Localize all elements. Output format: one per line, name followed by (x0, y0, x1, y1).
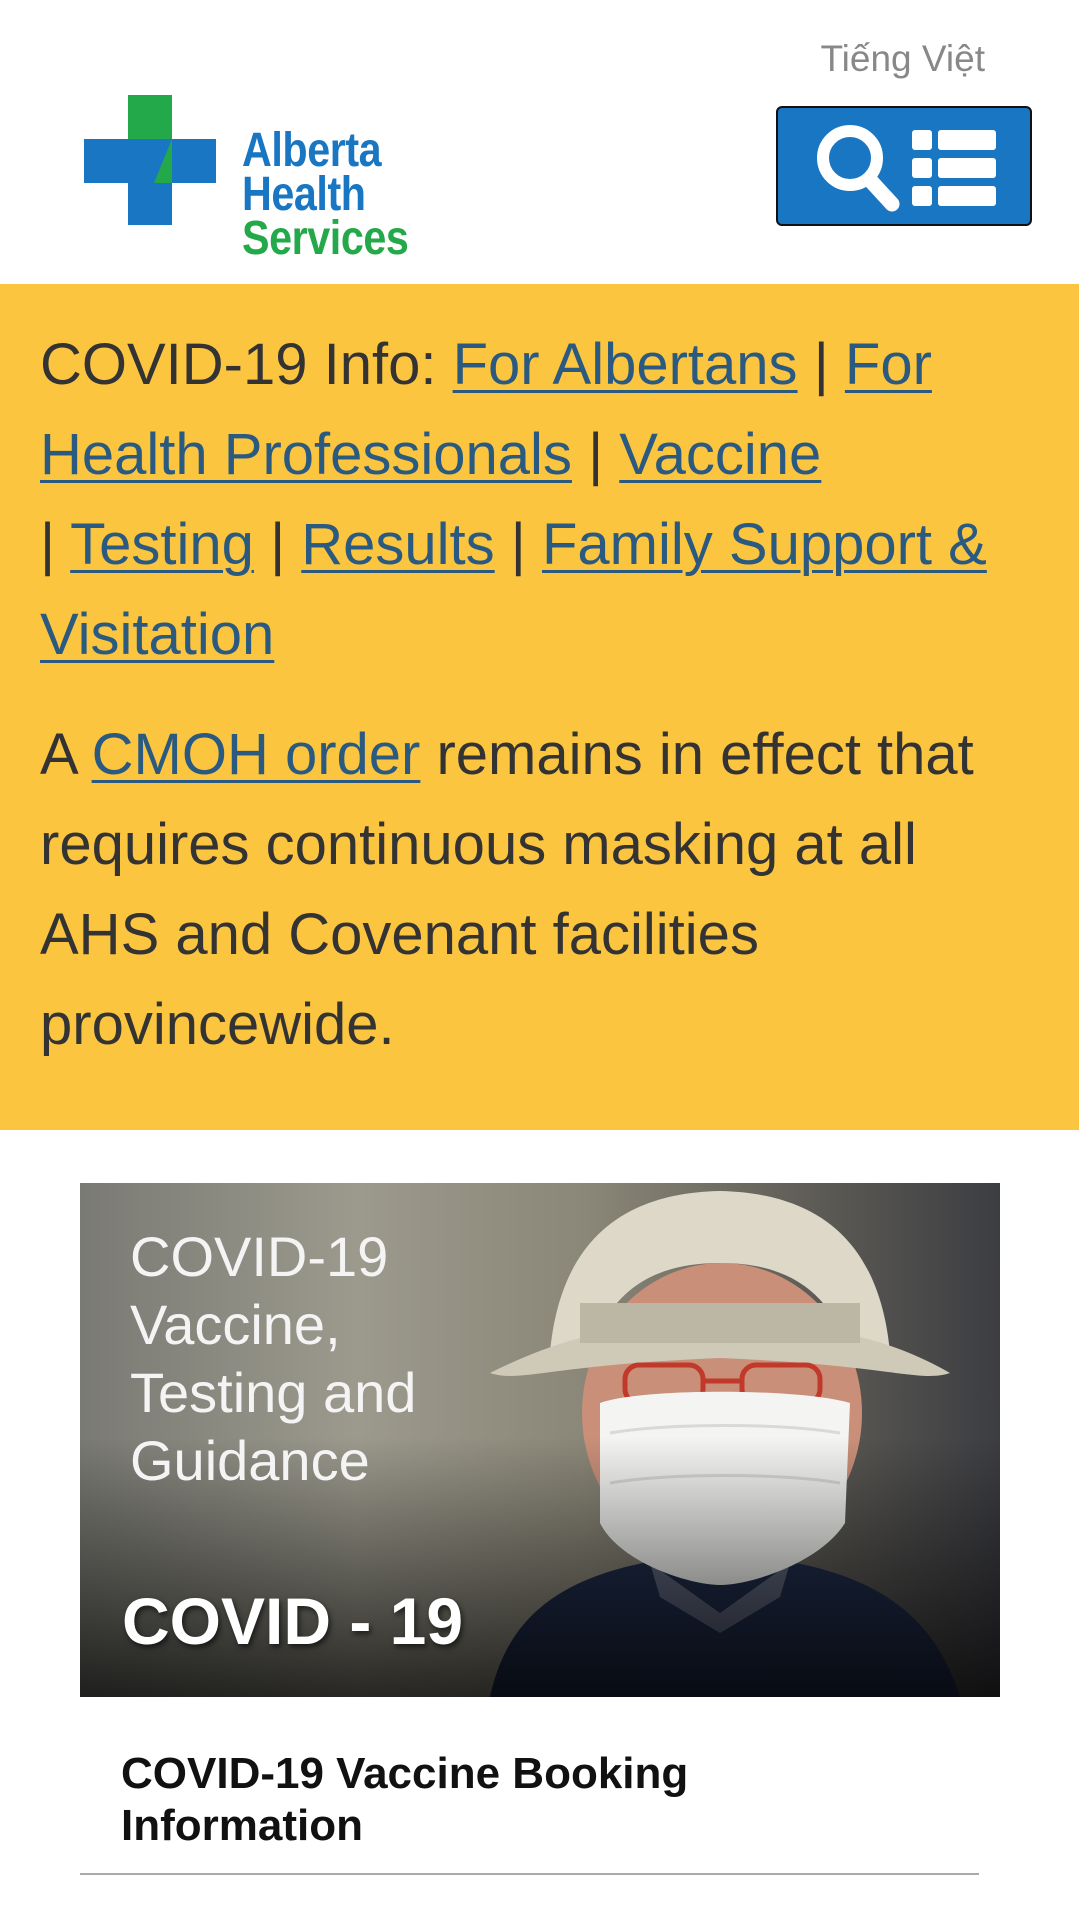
ahs-logo[interactable]: Alberta Health Services (84, 95, 544, 263)
language-link[interactable]: Tiếng Việt (820, 38, 985, 80)
link-testing[interactable]: Testing (70, 512, 254, 577)
cmoh-order-notice: A CMOH order remains in effect that requ… (40, 722, 974, 1057)
menu-list-icon (912, 130, 996, 206)
link-vaccine[interactable]: Vaccine (619, 422, 821, 487)
divider (80, 1873, 979, 1875)
hero-label: COVID - 19 (122, 1584, 464, 1658)
logo-line-1: Alberta Health (242, 124, 382, 221)
covid-info-links: COVID-19 Info: For Albertans | For Healt… (40, 332, 987, 667)
search-icon (817, 125, 900, 212)
hero-caption: COVID-19 Vaccine, Testing and Guidance (130, 1225, 417, 1492)
search-menu-button[interactable] (776, 106, 1032, 226)
covid-alert-banner: COVID-19 Info: For Albertans | For Healt… (0, 284, 1079, 1130)
vaccine-booking-link[interactable]: COVID-19 Vaccine Booking Information (121, 1748, 881, 1852)
logo-line-2: Services (242, 212, 409, 265)
cross-logo-icon (84, 95, 216, 225)
link-for-albertans[interactable]: For Albertans (453, 332, 798, 397)
covid-info-prefix: COVID-19 Info: (40, 332, 437, 397)
link-results[interactable]: Results (301, 512, 494, 577)
logo-wordmark: Alberta Health Services (242, 124, 502, 265)
link-cmoh-order[interactable]: CMOH order (92, 722, 421, 787)
covid-hero-banner[interactable]: COVID-19 Vaccine, Testing and Guidance C… (80, 1183, 1000, 1697)
